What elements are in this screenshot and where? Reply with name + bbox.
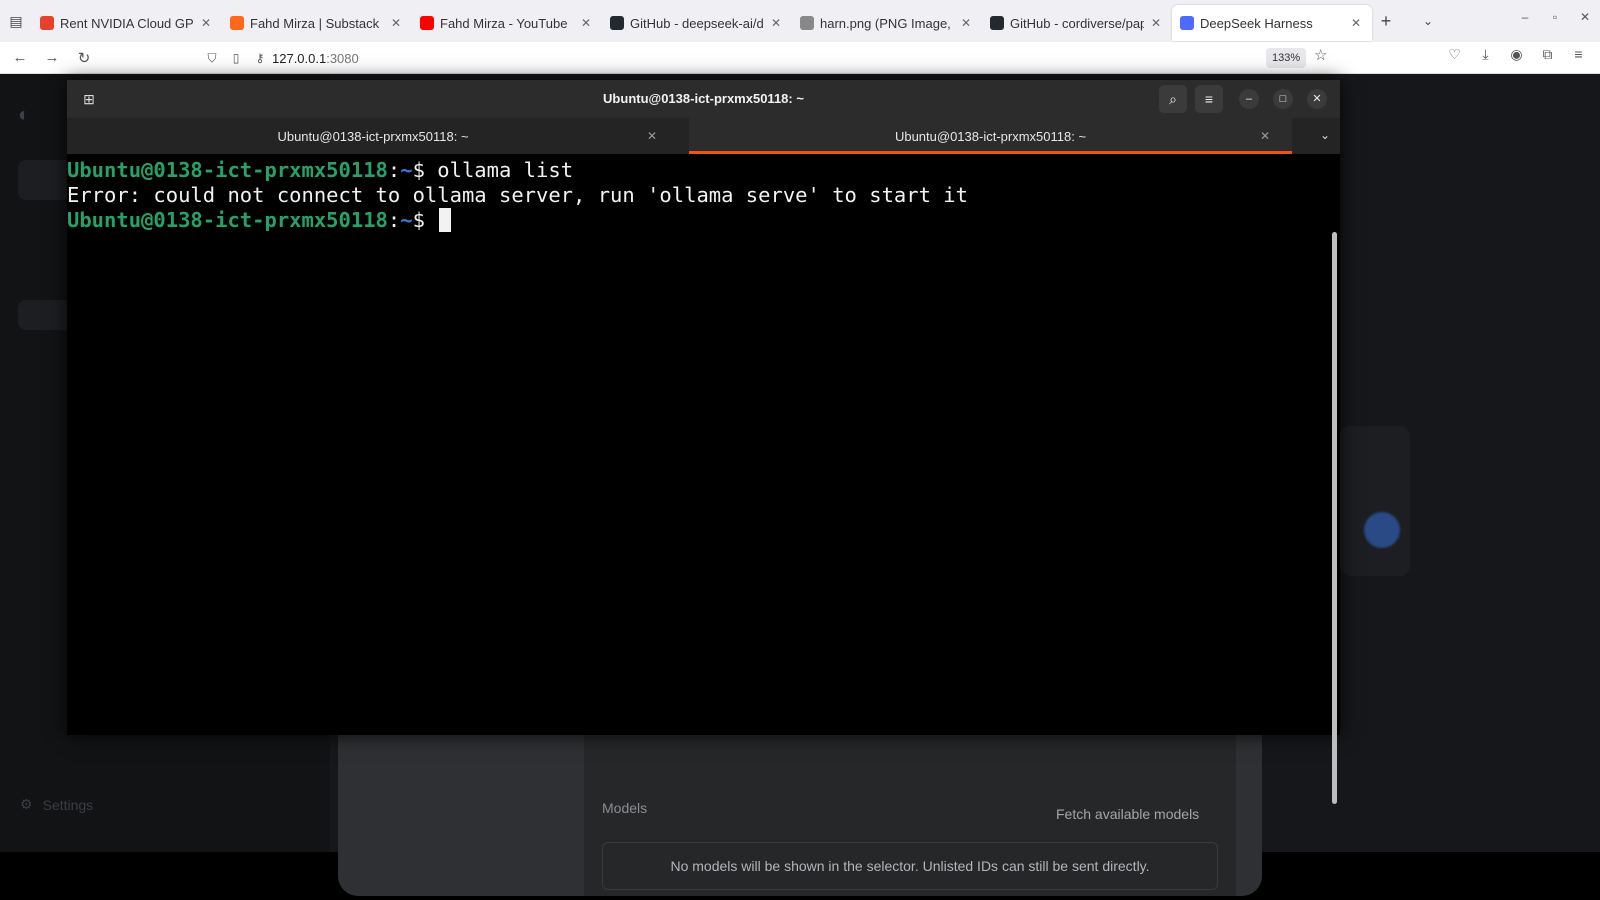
terminal-tab-1[interactable]: Ubuntu@0138-ict-prxmx50118: ~ ✕: [67, 118, 679, 154]
shield-icon[interactable]: ⛉: [200, 51, 224, 66]
browser-window-controls: – ▫ ✕: [1510, 10, 1600, 24]
account-icon[interactable]: ◉: [1501, 46, 1532, 63]
browser-navbar: ← → ↻ ⛉ ▯ ⚷ 127.0.0.1:3080 133% ☆ ♡ ⤓ ◉ …: [0, 42, 1600, 74]
browser-tab-label: Fahd Mirza - YouTube: [440, 15, 568, 31]
close-tab-icon[interactable]: ✕: [647, 129, 657, 143]
close-tab-icon[interactable]: ✕: [1260, 129, 1270, 143]
browser-tab[interactable]: Fahd Mirza - YouTube ✕: [412, 5, 602, 41]
fetch-models-button[interactable]: Fetch available models: [1056, 806, 1199, 822]
minimize-icon[interactable]: –: [1239, 89, 1259, 109]
menu-icon[interactable]: ≡: [1563, 46, 1594, 63]
error-line: Error: could not connect to ollama serve…: [67, 183, 968, 207]
github-icon: [610, 16, 624, 30]
youtube-icon: [420, 16, 434, 30]
browser-tab-label: GitHub - deepseek-ai/de: [630, 15, 764, 31]
prompt-user: Ubuntu@0138-ict-prxmx50118: [67, 158, 388, 182]
maximize-icon[interactable]: □: [1273, 89, 1293, 109]
close-tab-icon[interactable]: ✕: [768, 16, 784, 30]
terminal-tab-bar: Ubuntu@0138-ict-prxmx50118: ~ ✕ Ubuntu@0…: [67, 118, 1340, 154]
command-text: $ ollama list: [412, 158, 574, 182]
chevron-down-icon[interactable]: ⌄: [1320, 128, 1330, 142]
deepseek-logo-icon: ◐: [18, 104, 31, 126]
chevron-down-icon[interactable]: ⌄: [1414, 14, 1442, 28]
forward-icon[interactable]: →: [36, 49, 68, 66]
models-heading: Models: [602, 800, 648, 816]
models-notice: No models will be shown in the selector.…: [602, 842, 1218, 890]
close-tab-icon[interactable]: ✕: [388, 16, 404, 30]
floating-action-button[interactable]: [1364, 512, 1400, 548]
new-terminal-tab-icon[interactable]: ⊞: [77, 88, 101, 110]
settings-label: Settings: [42, 796, 94, 813]
close-tab-icon[interactable]: ✕: [1348, 16, 1364, 30]
close-tab-icon[interactable]: ✕: [578, 16, 594, 30]
close-tab-icon[interactable]: ✕: [958, 16, 974, 30]
prompt-user: Ubuntu@0138-ict-prxmx50118: [67, 208, 388, 232]
toolbar-icons: ♡ ⤓ ◉ ⧉ ≡: [1439, 46, 1594, 63]
extensions-icon[interactable]: ⧉: [1532, 46, 1563, 63]
browser-tab[interactable]: GitHub - cordiverse/pape ✕: [982, 5, 1172, 41]
browser-tab[interactable]: Fahd Mirza | Substack ✕: [222, 5, 412, 41]
terminal-line: Ubuntu@0138-ict-prxmx50118:~$ ollama lis…: [67, 158, 574, 182]
new-tab-button[interactable]: +: [1372, 11, 1400, 32]
browser-tab-label: harn.png (PNG Image, 685: [820, 15, 954, 31]
background-card: [1340, 426, 1410, 576]
settings-link[interactable]: ⚙ Settings: [20, 796, 93, 813]
bookmark-star-icon[interactable]: ☆: [1314, 46, 1327, 64]
zoom-level-button[interactable]: 133%: [1266, 48, 1307, 68]
page-icon: ▯: [232, 51, 240, 65]
download-icon[interactable]: ⤓: [1470, 46, 1501, 63]
browser-tab-label: GitHub - cordiverse/pape: [1010, 15, 1144, 31]
github-icon: [990, 16, 1004, 30]
close-tab-icon[interactable]: ✕: [198, 16, 214, 30]
terminal-window: ⊞ Ubuntu@0138-ict-prxmx50118: ~ ⌕ ≡ – □ …: [67, 80, 1340, 804]
terminal-output[interactable]: Ubuntu@0138-ict-prxmx50118:~$ ollama lis…: [67, 154, 1340, 804]
close-tab-icon[interactable]: ✕: [1148, 16, 1164, 30]
close-icon[interactable]: ✕: [1307, 89, 1327, 109]
key-icon[interactable]: ⚷: [248, 51, 272, 65]
browser-tab[interactable]: DeepSeek Harness ✕: [1172, 5, 1372, 41]
browser-tab-label: DeepSeek Harness: [1200, 15, 1313, 31]
minimize-icon[interactable]: –: [1510, 10, 1540, 24]
search-icon[interactable]: ⌕: [1159, 85, 1187, 113]
terminal-title: Ubuntu@0138-ict-prxmx50118: ~: [603, 91, 804, 106]
url-host: 127.0.0.1: [272, 50, 327, 66]
back-icon[interactable]: ←: [4, 49, 36, 66]
terminal-cursor: [439, 208, 452, 232]
restore-icon[interactable]: ▫: [1540, 10, 1570, 24]
browser-tab[interactable]: GitHub - deepseek-ai/de ✕: [602, 5, 792, 41]
deepseek-whale-icon: [1180, 16, 1194, 30]
browser-tab[interactable]: Rent NVIDIA Cloud GPUs ✕: [32, 5, 222, 41]
hamburger-menu-icon[interactable]: ≡: [1195, 85, 1223, 113]
image-icon: [800, 16, 814, 30]
substack-icon: [230, 16, 244, 30]
terminal-scrollbar[interactable]: [1332, 232, 1337, 804]
browser-tab[interactable]: harn.png (PNG Image, 685 ✕: [792, 5, 982, 41]
pocket-icon[interactable]: ♡: [1439, 46, 1470, 63]
url-bar[interactable]: ⛉ ▯ ⚷ 127.0.0.1:3080: [200, 45, 1340, 71]
reload-icon[interactable]: ↻: [68, 49, 100, 67]
url-port: :3080: [326, 50, 359, 66]
tab-list-icon[interactable]: ▤: [0, 0, 32, 42]
nvidia-m-icon: [40, 16, 54, 30]
browser-tab-strip: ▤ Rent NVIDIA Cloud GPUs✕Fahd Mirza | Su…: [0, 0, 1600, 42]
terminal-header: ⊞ Ubuntu@0138-ict-prxmx50118: ~ ⌕ ≡ – □ …: [67, 80, 1340, 118]
close-icon[interactable]: ✕: [1570, 10, 1600, 24]
prompt-path: ~: [400, 208, 413, 232]
gear-icon: ⚙: [20, 796, 33, 812]
prompt-path: ~: [400, 158, 413, 182]
browser-tab-label: Rent NVIDIA Cloud GPUs: [60, 15, 194, 31]
terminal-tab-label: Ubuntu@0138-ict-prxmx50118: ~: [277, 128, 469, 144]
command-text: $: [412, 208, 438, 232]
terminal-tab-label: Ubuntu@0138-ict-prxmx50118: ~: [894, 128, 1087, 144]
terminal-tab-2[interactable]: Ubuntu@0138-ict-prxmx50118: ~ ✕: [689, 118, 1292, 154]
browser-tab-label: Fahd Mirza | Substack: [250, 15, 380, 31]
terminal-line: Ubuntu@0138-ict-prxmx50118:~$: [67, 208, 1340, 233]
